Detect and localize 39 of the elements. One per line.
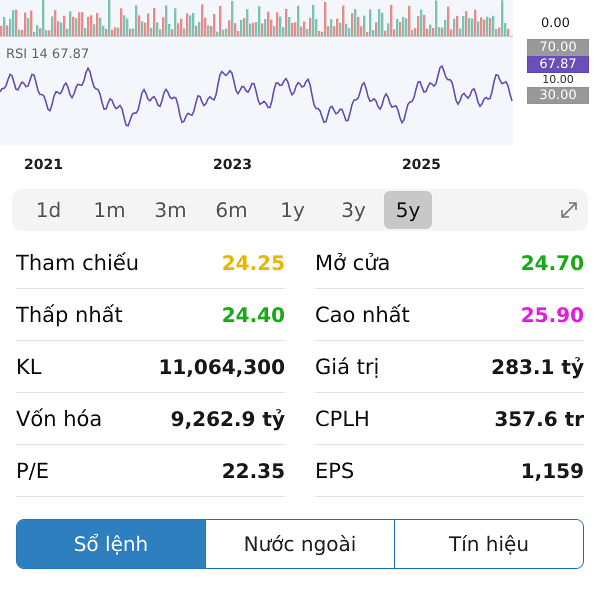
axis-label: 0.00 (541, 16, 570, 31)
axis-label: 30.00 (527, 87, 589, 104)
stat-value: 1,159 (520, 458, 584, 482)
stat-value: 357.6 tr (494, 406, 584, 430)
stat-label: KL (16, 354, 42, 378)
range-tab[interactable]: 5y (384, 191, 432, 229)
indicator-label: RSI 14 67.87 (6, 47, 90, 62)
year-label: 2021 (24, 157, 63, 173)
section-tab[interactable]: Sổ lệnh (17, 520, 205, 568)
stat-label: EPS (315, 458, 354, 482)
stat-label: Mở cửa (315, 250, 390, 274)
stat-label: P/E (16, 458, 50, 482)
range-tab[interactable]: 1d (18, 191, 79, 229)
range-tab[interactable]: 1m (79, 191, 140, 229)
range-tab[interactable]: 3y (323, 191, 384, 229)
stat-label: Thấp nhất (16, 302, 123, 326)
stat-value: 11,064,300 (158, 354, 285, 378)
stat-value: 24.40 (222, 302, 285, 326)
stat-value: 283.1 tỷ (491, 354, 584, 378)
range-tab[interactable]: 1y (262, 191, 323, 229)
axis-label: 70.00 (527, 39, 589, 56)
stat-value: 24.70 (520, 250, 584, 274)
stat-value: 24.25 (222, 250, 285, 274)
range-tab[interactable]: 3m (140, 191, 201, 229)
year-label: 2023 (212, 157, 252, 173)
stat-label: Vốn hóa (16, 406, 102, 430)
stat-label: Giá trị (315, 354, 380, 378)
stat-label: Cao nhất (315, 302, 410, 326)
range-tab[interactable]: 6m (201, 191, 262, 229)
section-tab[interactable]: Tín hiệu (394, 520, 583, 568)
stat-value: 9,262.9 tỷ (170, 406, 285, 430)
expand-icon[interactable] (558, 199, 580, 221)
year-label: 2025 (402, 157, 441, 173)
stat-value: 22.35 (222, 458, 285, 482)
stat-label: Tham chiếu (16, 250, 140, 274)
stat-label: CPLH (315, 406, 370, 430)
axis-label: 10.00 (541, 73, 575, 87)
stat-value: 25.90 (520, 302, 584, 326)
axis-label: 67.87 (527, 56, 589, 73)
